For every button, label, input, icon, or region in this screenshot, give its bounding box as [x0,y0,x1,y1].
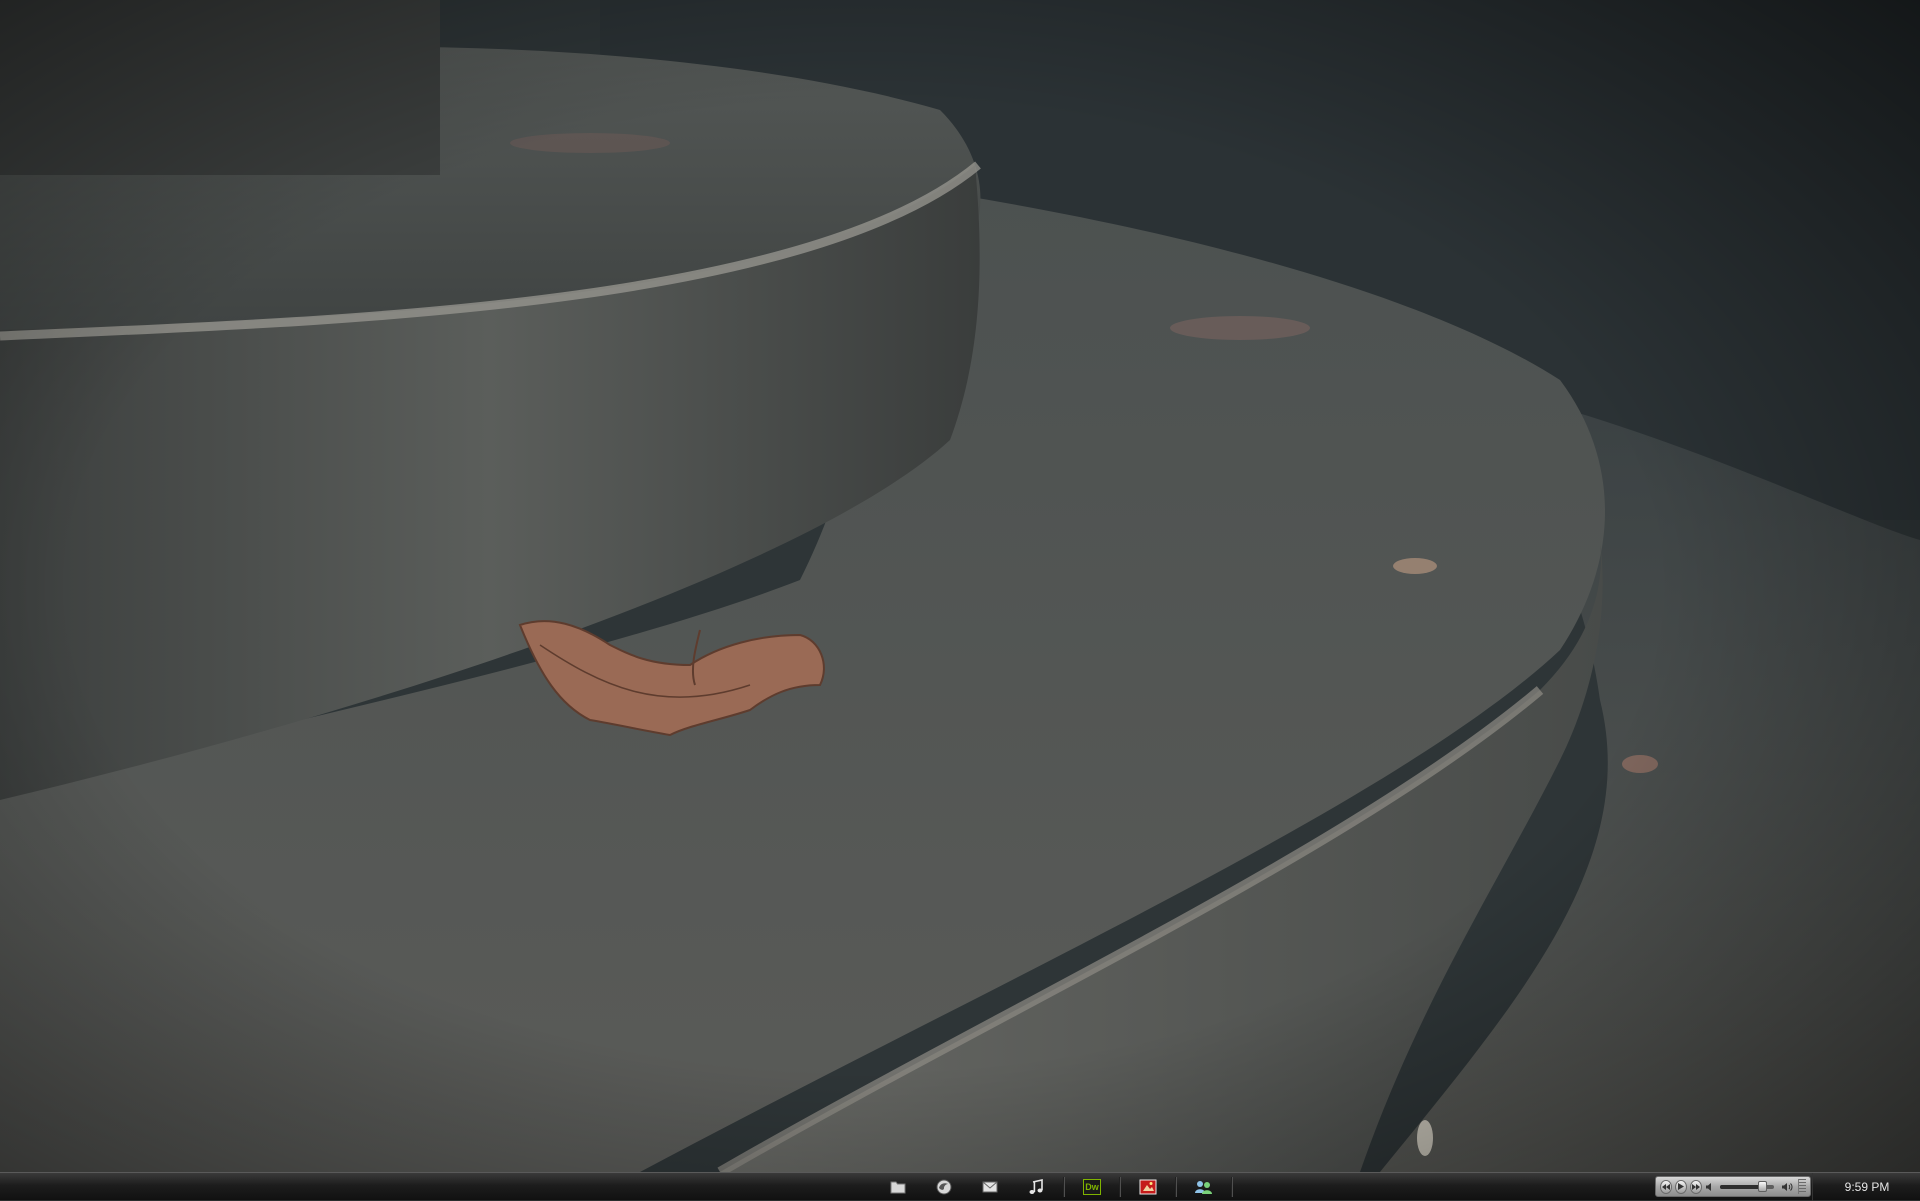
firefox-icon [936,1179,952,1195]
taskbar-clock[interactable]: 9:59 PM [1812,1173,1920,1201]
dock-item-firefox[interactable] [921,1175,967,1199]
dock-item-mail[interactable] [967,1175,1013,1199]
dock-separator [1231,1177,1233,1197]
next-track-button[interactable] [1690,1179,1703,1194]
volume-low-icon [1705,1181,1715,1193]
play-icon [1678,1183,1685,1190]
photo-app-icon [1139,1179,1157,1195]
previous-icon [1662,1183,1671,1190]
dock-item-dreamweaver[interactable]: Dw [1069,1175,1115,1199]
volume-slider[interactable] [1720,1180,1775,1192]
dock-separator [1175,1177,1177,1197]
volume-thumb[interactable] [1758,1180,1768,1192]
music-note-icon [1029,1179,1043,1194]
previous-track-button[interactable] [1660,1179,1673,1194]
mail-icon [982,1181,998,1193]
wallpaper-image [0,0,1920,1172]
network-people-icon [1195,1181,1212,1194]
play-button[interactable] [1675,1179,1688,1194]
volume-high-icon [1781,1181,1793,1193]
media-controls-grip[interactable] [1798,1179,1806,1194]
dock-item-network[interactable] [1181,1175,1227,1199]
dock-item-music[interactable] [1013,1175,1059,1199]
folder-icon [890,1181,906,1194]
dock-item-folder[interactable] [875,1175,921,1199]
dreamweaver-icon-label: Dw [1085,1181,1099,1192]
dock-item-photo-app[interactable] [1125,1175,1171,1199]
dock-separator [1063,1177,1065,1197]
volume-fill [1720,1184,1763,1189]
next-icon [1692,1183,1701,1190]
dock-separator [1119,1177,1121,1197]
dreamweaver-icon: Dw [1083,1179,1101,1195]
taskbar: Dw 9:59 PM [0,1172,1920,1201]
media-controls [1655,1176,1811,1197]
desktop-wallpaper [0,0,1920,1172]
dock: Dw [875,1175,1237,1199]
